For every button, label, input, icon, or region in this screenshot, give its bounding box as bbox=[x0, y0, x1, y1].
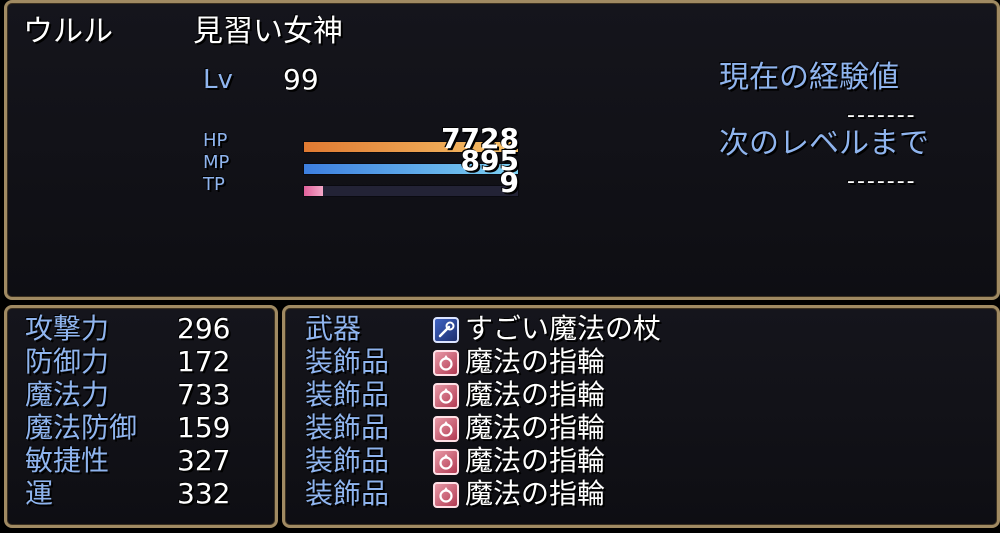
param-value: 733 bbox=[177, 378, 231, 411]
param-name: 魔法防御 bbox=[25, 411, 138, 444]
equip-slot-name: 装飾品 bbox=[305, 411, 390, 444]
param-name: 敏捷性 bbox=[25, 444, 110, 477]
equip-slot-row[interactable]: 装飾品 魔法の指輪 bbox=[285, 345, 995, 379]
equip-slot-name: 装飾品 bbox=[305, 345, 390, 378]
wand-icon bbox=[433, 317, 459, 343]
gauge-value-tp: 9 bbox=[499, 166, 519, 199]
equip-slot-row[interactable]: 武器 すごい魔法の杖 bbox=[285, 312, 995, 346]
param-value: 159 bbox=[177, 411, 231, 444]
equip-slot-row[interactable]: 装飾品 魔法の指輪 bbox=[285, 444, 995, 478]
param-name: 防御力 bbox=[25, 345, 110, 378]
param-value: 296 bbox=[177, 312, 231, 345]
equip-slot-name: 装飾品 bbox=[305, 378, 390, 411]
ring-icon bbox=[433, 350, 459, 376]
equip-slot-row[interactable]: 装飾品 魔法の指輪 bbox=[285, 477, 995, 511]
ring-icon bbox=[433, 449, 459, 475]
equip-slot-name: 武器 bbox=[305, 312, 362, 345]
current-exp-label: 現在の経験値 bbox=[719, 60, 899, 95]
param-value: 172 bbox=[177, 345, 231, 378]
equip-item-name: すごい魔法の杖 bbox=[465, 312, 662, 345]
equip-item-name: 魔法の指輪 bbox=[465, 411, 606, 444]
equip-slot-row[interactable]: 装飾品 魔法の指輪 bbox=[285, 378, 995, 412]
equip-item-name: 魔法の指輪 bbox=[465, 378, 606, 411]
equip-item-name: 魔法の指輪 bbox=[465, 345, 606, 378]
param-value: 332 bbox=[177, 477, 231, 510]
status-window: ウルル 見習い女神 Lv 99 HP 7728 MP 895 TP 9 現在の経験値 --… bbox=[4, 0, 1000, 300]
param-name: 運 bbox=[25, 477, 54, 510]
equip-slot-row[interactable]: 装飾品 魔法の指輪 bbox=[285, 411, 995, 445]
equip-item-name: 魔法の指輪 bbox=[465, 444, 606, 477]
params-window: 攻撃力 296 防御力 172 魔法力 733 魔法防御 159 敏捷性 327 運 332 bbox=[4, 305, 278, 528]
param-value: 327 bbox=[177, 444, 231, 477]
gauge-fill-tp bbox=[304, 186, 324, 196]
actor-name: ウルル bbox=[23, 14, 113, 49]
level-value: 99 bbox=[283, 63, 319, 96]
ring-icon bbox=[433, 383, 459, 409]
actor-class: 見習い女神 bbox=[193, 14, 343, 49]
ring-icon bbox=[433, 416, 459, 442]
next-exp-label: 次のレベルまで bbox=[719, 126, 929, 161]
equip-slot-name: 装飾品 bbox=[305, 477, 390, 510]
gauge-label-mp: MP bbox=[203, 152, 230, 173]
equip-item-name: 魔法の指輪 bbox=[465, 477, 606, 510]
equip-window[interactable]: 武器 すごい魔法の杖 装飾品 魔法の指輪 装飾品 魔法の指輪 装飾品 魔法の指輪 装飾品 魔法の指… bbox=[282, 305, 1000, 528]
param-name: 魔法力 bbox=[25, 378, 110, 411]
equip-slot-name: 装飾品 bbox=[305, 444, 390, 477]
next-exp-value: ------- bbox=[847, 169, 917, 194]
gauge-label-tp: TP bbox=[203, 174, 225, 195]
gauge-label-hp: HP bbox=[203, 130, 228, 151]
level-label: Lv bbox=[203, 65, 233, 95]
ring-icon bbox=[433, 482, 459, 508]
param-name: 攻撃力 bbox=[25, 312, 110, 345]
